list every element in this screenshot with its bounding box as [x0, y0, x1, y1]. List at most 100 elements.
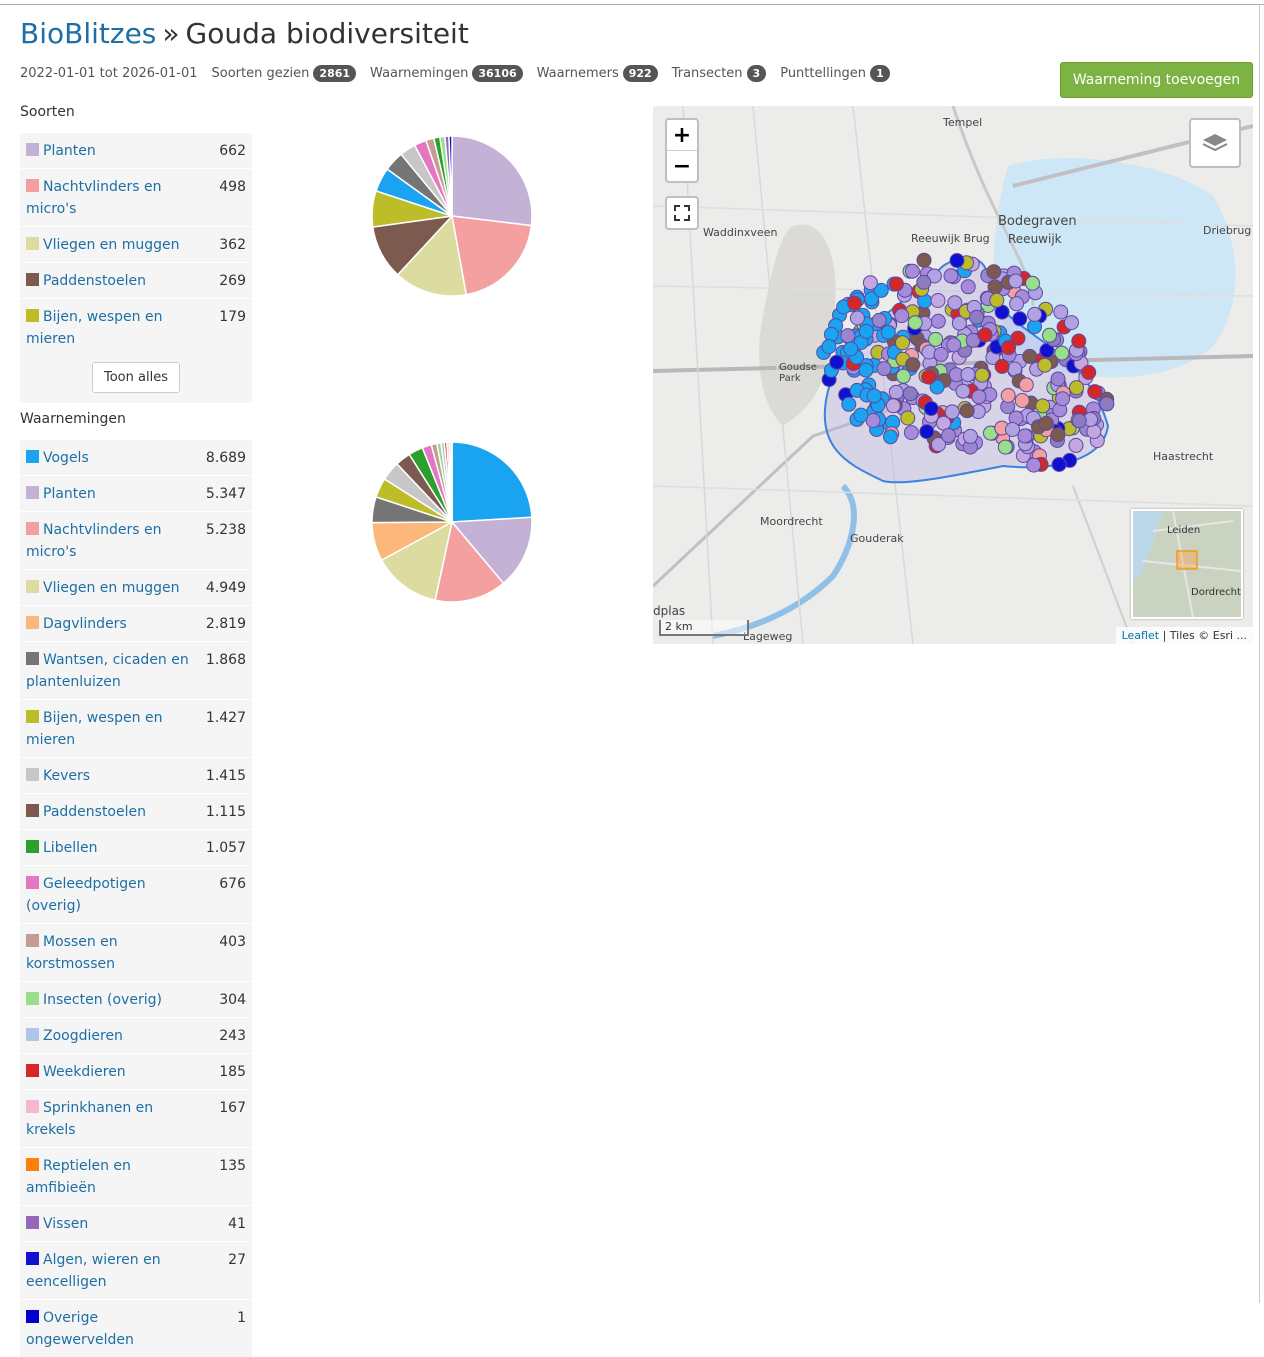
category-link[interactable]: Paddenstoelen: [26, 270, 196, 292]
category-link[interactable]: Sprinkhanen en krekels: [26, 1097, 196, 1141]
observation-marker[interactable]: [1001, 389, 1015, 403]
observation-marker[interactable]: [1013, 312, 1027, 326]
layers-button[interactable]: [1189, 118, 1241, 168]
observation-marker[interactable]: [1027, 458, 1041, 472]
observation-marker[interactable]: [922, 345, 936, 359]
table-row[interactable]: Algen, wieren en eencelligen27: [20, 1241, 252, 1299]
observation-marker[interactable]: [863, 276, 877, 290]
category-link[interactable]: Geleedpotigen (overig): [26, 873, 196, 917]
table-row[interactable]: Insecten (overig)304: [20, 981, 252, 1017]
observation-marker[interactable]: [1009, 274, 1023, 288]
observation-marker[interactable]: [908, 316, 922, 330]
table-row[interactable]: Weekdieren185: [20, 1053, 252, 1089]
category-link[interactable]: Algen, wieren en eencelligen: [26, 1249, 196, 1293]
category-link[interactable]: Mossen en korstmossen: [26, 931, 196, 975]
observation-marker[interactable]: [1028, 307, 1042, 321]
table-row[interactable]: Paddenstoelen269: [20, 262, 252, 298]
leaflet-link[interactable]: Leaflet: [1122, 629, 1159, 642]
observation-marker[interactable]: [1006, 423, 1020, 437]
observation-marker[interactable]: [987, 265, 1001, 279]
observation-marker[interactable]: [970, 310, 984, 324]
table-row[interactable]: Planten662: [20, 132, 252, 168]
table-row[interactable]: Wantsen, cicaden en plantenluizen1.868: [20, 641, 252, 699]
observation-marker[interactable]: [1100, 397, 1114, 411]
observation-marker[interactable]: [850, 311, 864, 325]
observation-marker[interactable]: [922, 370, 936, 384]
observation-marker[interactable]: [905, 264, 919, 278]
category-link[interactable]: Weekdieren: [26, 1061, 196, 1083]
observation-marker[interactable]: [1088, 385, 1102, 399]
category-link[interactable]: Reptielen en amfibieën: [26, 1155, 196, 1199]
table-row[interactable]: Vliegen en muggen4.949: [20, 569, 252, 605]
observation-marker[interactable]: [906, 358, 920, 372]
observation-marker[interactable]: [975, 368, 989, 382]
observation-marker[interactable]: [896, 369, 910, 383]
observation-marker[interactable]: [990, 293, 1004, 307]
observation-marker[interactable]: [1015, 394, 1029, 408]
table-row[interactable]: Dagvlinders2.819: [20, 605, 252, 641]
observation-marker[interactable]: [1039, 416, 1053, 430]
observation-marker[interactable]: [1038, 358, 1052, 372]
observation-marker[interactable]: [890, 277, 904, 291]
observation-marker[interactable]: [934, 347, 948, 361]
observation-marker[interactable]: [1051, 372, 1065, 386]
category-link[interactable]: Vogels: [26, 447, 196, 469]
observation-marker[interactable]: [1054, 305, 1068, 319]
category-link[interactable]: Overige ongewervelden: [26, 1307, 196, 1351]
observation-marker[interactable]: [917, 275, 931, 289]
zoom-out-button[interactable]: −: [667, 151, 697, 181]
observation-marker[interactable]: [1036, 399, 1050, 413]
observation-marker[interactable]: [978, 328, 992, 342]
observation-marker[interactable]: [1002, 341, 1016, 355]
add-observation-button[interactable]: Waarneming toevoegen: [1060, 62, 1253, 98]
category-link[interactable]: Insecten (overig): [26, 989, 196, 1011]
table-row[interactable]: Mossen en korstmossen403: [20, 923, 252, 981]
observation-marker[interactable]: [1082, 365, 1096, 379]
observation-marker[interactable]: [972, 390, 986, 404]
observation-marker[interactable]: [904, 426, 918, 440]
table-row[interactable]: Nachtvlinders en micro's5.238: [20, 511, 252, 569]
observation-marker[interactable]: [942, 429, 956, 443]
observation-marker[interactable]: [944, 269, 958, 283]
category-link[interactable]: Wantsen, cicaden en plantenluizen: [26, 649, 196, 693]
fullscreen-button[interactable]: [665, 196, 699, 230]
table-row[interactable]: Paddenstoelen1.115: [20, 793, 252, 829]
observation-marker[interactable]: [1026, 276, 1040, 290]
category-link[interactable]: Planten: [26, 483, 196, 505]
observation-marker[interactable]: [903, 387, 917, 401]
table-row[interactable]: Kevers1.415: [20, 757, 252, 793]
observation-marker[interactable]: [877, 362, 891, 376]
observation-marker[interactable]: [1023, 349, 1037, 363]
observation-marker[interactable]: [917, 253, 931, 267]
observation-marker[interactable]: [881, 325, 895, 339]
table-row[interactable]: Planten5.347: [20, 475, 252, 511]
observation-marker[interactable]: [1056, 392, 1070, 406]
observation-marker[interactable]: [1018, 429, 1032, 443]
observation-marker[interactable]: [886, 399, 900, 413]
table-row[interactable]: Vogels8.689: [20, 439, 252, 475]
zoom-in-button[interactable]: +: [667, 120, 697, 151]
observation-marker[interactable]: [1072, 414, 1086, 428]
category-link[interactable]: Planten: [26, 140, 196, 162]
breadcrumb-link-bioblitzes[interactable]: BioBlitzes: [20, 17, 156, 50]
table-row[interactable]: Bijen, wespen en mieren1.427: [20, 699, 252, 757]
observation-marker[interactable]: [889, 385, 903, 399]
observation-marker[interactable]: [848, 296, 862, 310]
table-row[interactable]: Vissen41: [20, 1205, 252, 1241]
observation-marker[interactable]: [1070, 381, 1084, 395]
observation-marker[interactable]: [924, 402, 938, 416]
category-link[interactable]: Libellen: [26, 837, 196, 859]
observation-marker[interactable]: [872, 313, 886, 327]
observation-marker[interactable]: [884, 430, 898, 444]
table-row[interactable]: Libellen1.057: [20, 829, 252, 865]
table-row[interactable]: Vliegen en muggen362: [20, 226, 252, 262]
observation-marker[interactable]: [854, 408, 868, 422]
observation-marker[interactable]: [963, 429, 977, 443]
category-link[interactable]: Paddenstoelen: [26, 801, 196, 823]
observation-marker[interactable]: [931, 314, 945, 328]
observation-marker[interactable]: [842, 397, 856, 411]
table-row[interactable]: Reptielen en amfibieën135: [20, 1147, 252, 1205]
observation-marker[interactable]: [1072, 334, 1086, 348]
category-link[interactable]: Nachtvlinders en micro's: [26, 519, 196, 563]
table-row[interactable]: Sprinkhanen en krekels167: [20, 1089, 252, 1147]
